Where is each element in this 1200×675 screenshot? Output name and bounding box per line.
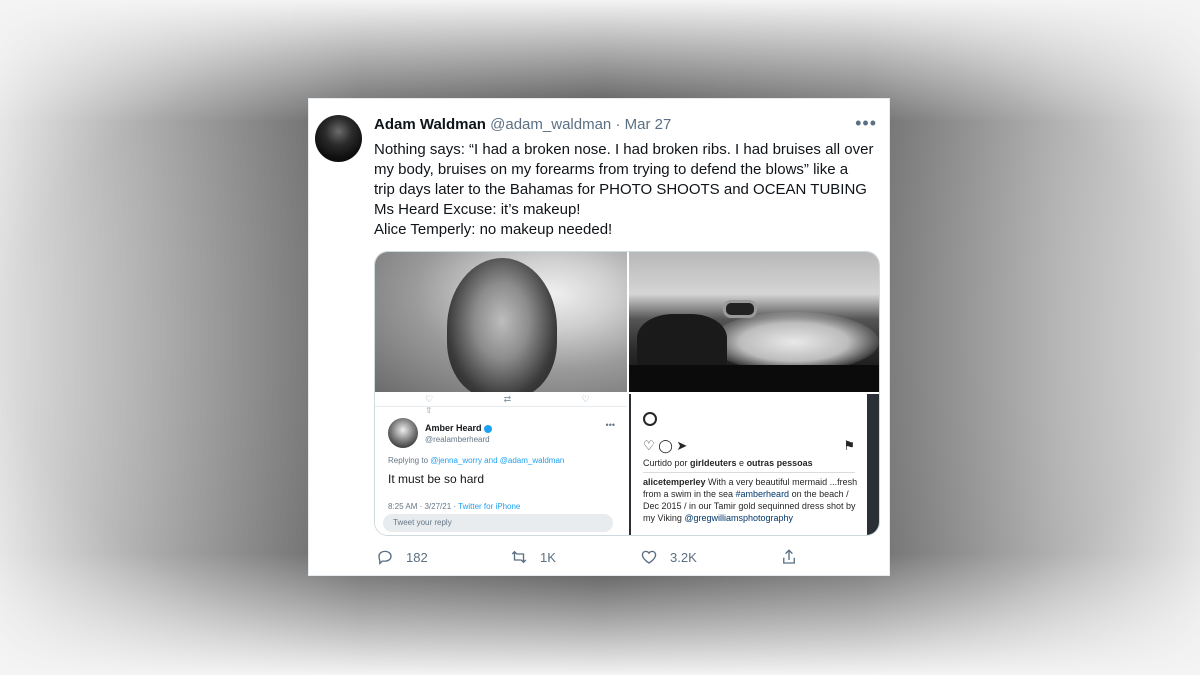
author-name[interactable]: Adam Waldman (374, 116, 486, 133)
instagram-caption: alicetemperley With a very beautiful mer… (643, 476, 859, 524)
embedded-avatar (388, 418, 418, 448)
embedded-replying-to: Replying to @jenna_worry and @adam_waldm… (388, 456, 564, 465)
embedded-action-icons: ♡ ⇄ ♡ ⇧ (425, 394, 624, 415)
verified-badge-icon (483, 424, 492, 433)
share-icon (778, 546, 800, 568)
reply-icon (374, 546, 396, 568)
photo-instagram-post[interactable]: ♡ ◯ ➤ ⚑ Curtido por girldeuters e outras… (629, 394, 879, 535)
tweet-text-line: Alice Temperly: no makeup needed! (374, 221, 613, 238)
reply-button[interactable]: 182 (374, 546, 428, 568)
embedded-author-name: Amber Heard (425, 423, 492, 433)
author-handle[interactable]: @adam_waldman (490, 116, 611, 133)
like-count: 3.2K (670, 549, 697, 565)
meta-time: 8:25 AM · 3/27/21 · (388, 502, 459, 511)
heart-icon (638, 546, 660, 568)
instagram-liked-by: Curtido por girldeuters e outras pessoas (643, 458, 813, 468)
instagram-profile-icon (643, 412, 657, 426)
author-avatar[interactable] (315, 115, 362, 162)
retweet-icon (508, 546, 530, 568)
liked-user: girldeuters (690, 458, 737, 468)
tweet-date[interactable]: Mar 27 (625, 116, 672, 133)
more-options-icon[interactable]: ••• (855, 113, 877, 134)
tweet-text-line: trip days later to the Bahamas for PHOTO… (374, 181, 867, 198)
bookmark-icon: ⚑ (843, 438, 855, 453)
meta-source: Twitter for iPhone (458, 502, 521, 511)
retweet-count: 1K (540, 549, 556, 565)
tweet-actions: 182 1K 3.2K (374, 546, 854, 570)
header-separator: · (615, 116, 621, 133)
liked-suffix: e (736, 458, 747, 468)
video-letterbox (629, 365, 879, 392)
share-button[interactable] (778, 546, 810, 568)
like-button[interactable]: 3.2K (638, 546, 697, 568)
media-grid[interactable]: ♡ ⇄ ♡ ⇧ Amber Heard @realamberheard ••• … (374, 251, 880, 536)
photo-ocean-tubing[interactable] (629, 252, 879, 392)
tweet-header: Adam Waldman @adam_waldman · Mar 27 (374, 116, 671, 133)
reply-count: 182 (406, 549, 428, 565)
caption-hashtag: #amberheard (735, 489, 790, 499)
tweet-text: Nothing says: “I had a broken nose. I ha… (374, 140, 879, 240)
embedded-tweet-card: ♡ ⇄ ♡ ⇧ Amber Heard @realamberheard ••• … (375, 394, 627, 535)
replying-prefix: Replying to (388, 456, 431, 465)
tweet-text-line: Nothing says: “I had a broken nose. I ha… (374, 141, 874, 158)
boat-wake (709, 312, 879, 372)
liked-others: outras pessoas (746, 458, 813, 468)
tweet-text-line: my body, bruises on my forearms from try… (374, 161, 849, 178)
embedded-tweet-meta: 8:25 AM · 3/27/21 · Twitter for iPhone (388, 502, 520, 511)
tweet-card[interactable]: Adam Waldman @adam_waldman · Mar 27 ••• … (308, 98, 890, 576)
embedded-author-handle: @realamberheard (425, 435, 490, 444)
embedded-author-name-text: Amber Heard (425, 423, 482, 433)
embedded-tweet-text: It must be so hard (388, 472, 485, 486)
photo-portrait[interactable] (375, 252, 627, 392)
liked-prefix: Curtido por (643, 458, 691, 468)
photo-embedded-tweet[interactable]: ♡ ⇄ ♡ ⇧ Amber Heard @realamberheard ••• … (375, 394, 627, 535)
inflatable-tube (723, 300, 757, 318)
embedded-reply-box: Tweet your reply (383, 514, 613, 532)
replying-users: @jenna_worry and @adam_waldman (430, 456, 565, 465)
embedded-more-icon: ••• (605, 420, 615, 430)
instagram-card: ♡ ◯ ➤ ⚑ Curtido por girldeuters e outras… (631, 394, 867, 535)
divider (375, 406, 627, 407)
retweet-button[interactable]: 1K (508, 546, 556, 568)
caption-mention: @gregwilliamsphotography (684, 513, 794, 523)
instagram-action-icons: ♡ ◯ ➤ (643, 438, 688, 453)
divider (643, 472, 855, 473)
tweet-text-line: Ms Heard Excuse: it’s makeup! (374, 201, 581, 218)
portrait-figure (447, 258, 557, 392)
caption-user: alicetemperley (643, 477, 706, 487)
